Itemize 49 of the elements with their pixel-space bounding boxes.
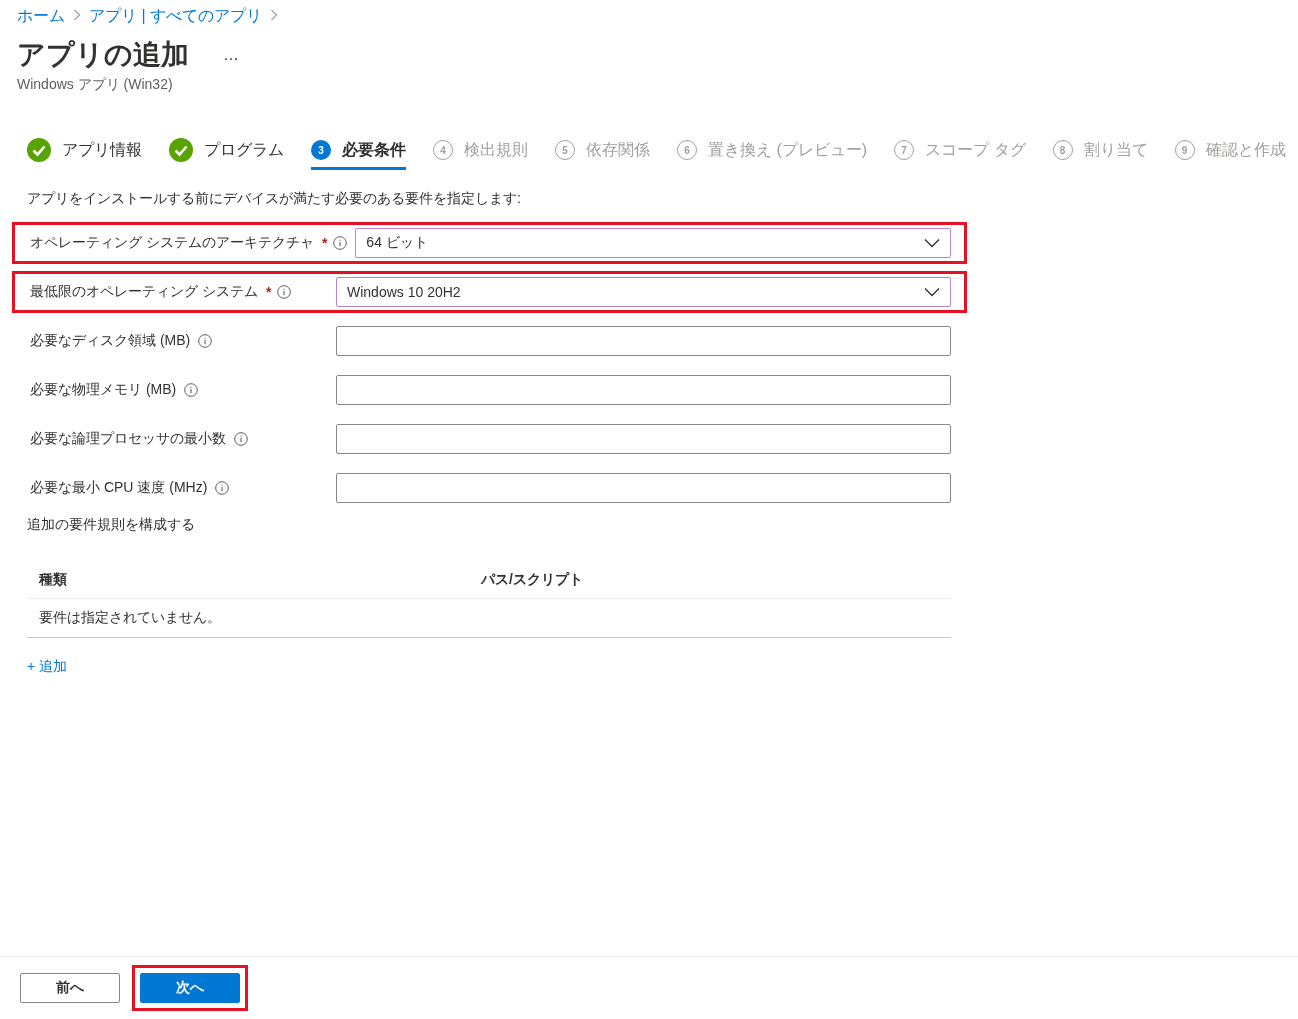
step-tab[interactable]: プログラム xyxy=(169,130,284,170)
dropdown-field[interactable]: Windows 10 20H2 xyxy=(336,277,951,307)
info-icon[interactable] xyxy=(277,285,292,299)
field-label: オペレーティング システムのアーキテクチャ xyxy=(30,234,314,252)
required-mark: * xyxy=(321,235,328,251)
input-field[interactable] xyxy=(336,326,951,356)
next-button[interactable]: 次へ xyxy=(140,973,240,1003)
empty-message: 要件は指定されていません。 xyxy=(27,599,951,638)
page-subtitle: Windows アプリ (Win32) xyxy=(17,76,174,94)
info-icon[interactable] xyxy=(198,334,213,348)
field-label: 必要な論理プロセッサの最小数 xyxy=(30,430,226,448)
step-tab[interactable]: 5 依存関係 xyxy=(555,130,650,170)
field-label: 必要な物理メモリ (MB) xyxy=(30,381,177,399)
column-header: 種類 xyxy=(39,571,68,589)
step-tab[interactable]: 6 置き換え (プレビュー) xyxy=(677,130,868,170)
field-label: 最低限のオペレーティング システム xyxy=(30,283,258,301)
step-tab[interactable]: 9 確認と作成 xyxy=(1174,130,1286,170)
back-button[interactable]: 前へ xyxy=(20,973,120,1003)
step-tab[interactable]: 7 スコープ タグ xyxy=(894,130,1026,170)
add-link[interactable]: + 追加 xyxy=(27,658,68,676)
required-mark: * xyxy=(265,284,272,300)
input-field[interactable] xyxy=(336,473,951,503)
field-label: 必要な最小 CPU 速度 (MHz) xyxy=(30,479,208,497)
input-field[interactable] xyxy=(336,424,951,454)
checkmark-icon xyxy=(27,138,51,162)
input-field[interactable] xyxy=(336,375,951,405)
checkmark-icon xyxy=(169,138,193,162)
step-tab[interactable]: アプリ情報 xyxy=(27,130,142,170)
chevron-down-icon xyxy=(924,287,940,297)
section-heading: 追加の要件規則を構成する xyxy=(27,516,196,534)
breadcrumb-link[interactable]: ホーム xyxy=(17,5,65,27)
chevron-right-icon xyxy=(73,9,81,21)
info-icon[interactable] xyxy=(333,236,348,250)
step-tab[interactable]: 4 検出規則 xyxy=(433,130,528,170)
page-title: アプリの追加 xyxy=(17,38,189,72)
step-number: 3 xyxy=(311,140,331,160)
info-icon[interactable] xyxy=(184,383,199,397)
dropdown-field[interactable]: 64 ビット xyxy=(355,228,951,258)
column-header: パス/スクリプト xyxy=(481,571,583,589)
info-icon[interactable] xyxy=(234,432,248,446)
description-text: アプリをインストールする前にデバイスが満たす必要のある要件を指定します: xyxy=(27,190,522,208)
chevron-down-icon xyxy=(924,238,940,248)
breadcrumb-link[interactable]: アプリ | すべてのアプリ xyxy=(89,5,263,27)
field-label: 必要なディスク領域 (MB) xyxy=(30,332,191,350)
step-tab[interactable]: 8 割り当て xyxy=(1052,130,1148,170)
info-icon[interactable] xyxy=(215,481,230,495)
chevron-right-icon xyxy=(270,9,279,21)
step-tab[interactable]: 3 必要条件 xyxy=(311,130,406,170)
more-button[interactable]: … xyxy=(219,46,243,64)
